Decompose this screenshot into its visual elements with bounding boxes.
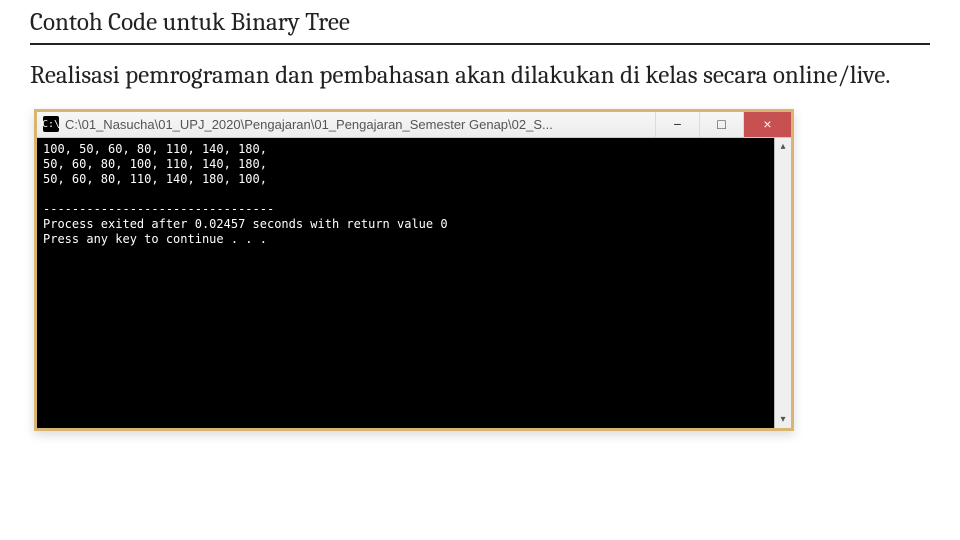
minimize-button[interactable]: −	[655, 112, 699, 137]
vertical-scrollbar[interactable]: ▴ ▾	[774, 138, 791, 428]
close-button[interactable]: ×	[743, 112, 791, 137]
window-titlebar[interactable]: C:\ C:\01_Nasucha\01_UPJ_2020\Pengajaran…	[37, 112, 791, 138]
scroll-up-icon[interactable]: ▴	[775, 138, 791, 155]
scroll-down-icon[interactable]: ▾	[775, 411, 791, 428]
window-title: C:\01_Nasucha\01_UPJ_2020\Pengajaran\01_…	[65, 117, 655, 132]
console-window: C:\ C:\01_Nasucha\01_UPJ_2020\Pengajaran…	[34, 109, 794, 431]
cmd-icon: C:\	[43, 116, 59, 132]
console-output: 100, 50, 60, 80, 110, 140, 180, 50, 60, …	[37, 138, 774, 428]
intro-paragraph: Realisasi pemrograman dan pembahasan aka…	[30, 59, 930, 93]
section-heading: Contoh Code untuk Binary Tree	[30, 8, 930, 45]
maximize-button[interactable]: □	[699, 112, 743, 137]
scrollbar-track[interactable]	[775, 155, 791, 411]
